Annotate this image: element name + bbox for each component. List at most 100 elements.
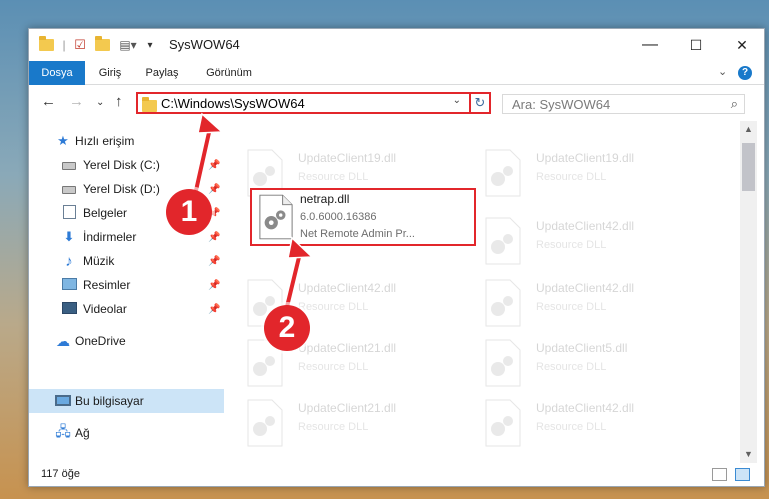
download-icon: ⬇ [63,229,75,244]
file-name: UpdateClient19.dll [298,151,397,165]
search-icon: ⌕ [730,96,738,111]
sidebar-item-label: Bu bilgisayar [75,394,144,408]
file-type: Resource DLL [536,421,607,433]
sidebar-item-this-pc[interactable]: Bu bilgisayar [29,389,224,413]
file-list: UpdateClient19.dll Resource DLL UpdateCl… [226,121,740,463]
address-dropdown-icon[interactable]: ⌄ [453,95,461,106]
sidebar-item-disk-c[interactable]: Yerel Disk (C:) 📌 [29,153,224,177]
customize-toolbar-icon[interactable]: ▤▾ [115,37,141,53]
sidebar-item-label: Ağ [75,426,90,440]
file-item[interactable]: UpdateClient42.dll Resource DLL [464,275,684,333]
quick-access-dropdown-icon[interactable]: ▾ [144,37,156,53]
tab-giris[interactable]: Giriş [89,61,131,85]
callout-step-2: 2 [264,305,310,351]
file-type: Resource DLL [298,171,369,183]
file-item[interactable]: UpdateClient5.dll Resource DLL [464,335,684,393]
pin-icon[interactable]: 📌 [208,280,220,291]
drive-icon [61,158,77,173]
status-bar: 117 öğe [29,463,764,486]
sidebar-item-label: Resimler [83,278,131,292]
file-item[interactable]: UpdateClient42.dll Resource DLL [464,395,684,453]
file-name: UpdateClient42.dll [536,219,635,233]
help-icon[interactable]: ? [738,66,752,80]
file-type: Resource DLL [298,421,369,433]
sidebar-item-network[interactable]: 🖧 Ağ [29,421,224,445]
file-item[interactable]: UpdateClient21.dll Resource DLL [226,335,446,393]
search-input[interactable]: Ara: SysWOW64 ⌕ [502,94,745,114]
ribbon-collapse-icon[interactable]: ⌄ [718,65,727,78]
new-folder-icon[interactable] [93,36,111,53]
cloud-icon: ☁ [56,332,70,349]
file-type: Resource DLL [536,361,607,373]
file-item[interactable]: UpdateClient42.dll Resource DLL [226,275,446,333]
up-button[interactable]: ↑ [115,93,123,110]
pin-icon[interactable]: 📌 [208,256,220,267]
pin-icon[interactable]: 📌 [208,160,220,171]
sidebar-item-pictures[interactable]: Resimler 📌 [29,273,224,297]
sidebar-item-label: Hızlı erişim [75,134,135,148]
title-bar: | ☑ ▤▾ ▾ SysWOW64 — ☐ ✕ [29,29,764,61]
address-bar[interactable]: C:\Windows\SysWOW64 ⌄ [136,92,491,114]
item-count: 117 öğe [41,468,80,480]
file-type: Resource DLL [298,361,369,373]
large-icons-view-icon[interactable] [735,468,750,481]
sidebar-item-label: İndirmeler [83,230,137,244]
music-icon: ♪ [65,252,73,270]
scroll-up-icon[interactable]: ▲ [740,121,757,138]
navigation-pane: ★ Hızlı erişim Yerel Disk (C:) 📌 Yerel D… [29,121,224,463]
file-name: UpdateClient5.dll [536,341,628,355]
file-item[interactable]: UpdateClient42.dll Resource DLL [464,213,684,271]
sidebar-item-label: Müzik [83,254,115,268]
separator: | [62,38,66,52]
file-type: Resource DLL [298,301,369,313]
file-name: UpdateClient21.dll [298,341,397,355]
details-view-icon[interactable] [712,468,727,481]
window-title: SysWOW64 [169,37,240,52]
pin-icon[interactable]: 📌 [208,304,220,315]
sidebar-item-onedrive[interactable]: ☁ OneDrive [29,329,224,353]
sidebar-item-label: Yerel Disk (C:) [83,158,160,172]
dll-file-icon [485,339,521,387]
sidebar-item-music[interactable]: ♪ Müzik 📌 [29,249,224,273]
file-type: Resource DLL [536,171,607,183]
pin-icon[interactable]: 📌 [208,232,220,243]
file-item[interactable]: UpdateClient21.dll Resource DLL [226,395,446,453]
file-explorer-window: | ☑ ▤▾ ▾ SysWOW64 — ☐ ✕ Dosya Giriş Payl… [28,28,765,487]
dll-file-icon [259,194,293,240]
dll-file-icon [247,399,283,447]
file-item-netrap-dll[interactable]: netrap.dll 6.0.6000.16386 Net Remote Adm… [250,188,476,246]
file-name: UpdateClient42.dll [536,401,635,415]
search-placeholder: Ara: SysWOW64 [512,97,611,112]
back-button[interactable]: ← [41,93,56,110]
scroll-down-icon[interactable]: ▼ [740,446,757,463]
recent-locations-button[interactable]: ⌄ [96,97,104,108]
sidebar-item-label: Belgeler [83,206,128,220]
sidebar-item-quick-access[interactable]: ★ Hızlı erişim [29,129,224,153]
scroll-thumb[interactable] [742,143,755,191]
sidebar-item-videos[interactable]: Videolar 📌 [29,297,224,321]
tab-gorunum[interactable]: Görünüm [194,61,264,85]
star-icon: ★ [57,133,69,148]
properties-icon[interactable]: ☑ [71,37,89,53]
dll-file-icon [485,279,521,327]
close-button[interactable]: ✕ [719,29,764,61]
forward-button[interactable]: → [69,93,84,110]
network-icon: 🖧 [55,423,71,439]
tab-paylas[interactable]: Paylaş [137,61,187,85]
pictures-icon [61,277,77,293]
vertical-scrollbar[interactable]: ▲ ▼ [740,121,757,463]
refresh-button[interactable]: ↻ [469,92,491,114]
file-description: Net Remote Admin Pr... [300,228,415,240]
address-row: ← → ⌄ ↑ C:\Windows\SysWOW64 ⌄ ↻ Ara: Sys… [29,85,764,121]
dll-file-icon [485,399,521,447]
file-type: Resource DLL [536,301,607,313]
address-path[interactable]: C:\Windows\SysWOW64 [161,96,305,111]
ribbon: Dosya Giriş Paylaş Görünüm ⌄ ? [29,61,764,119]
folder-icon[interactable] [37,36,55,53]
maximize-button[interactable]: ☐ [673,29,719,61]
file-item[interactable]: UpdateClient19.dll Resource DLL [464,145,684,203]
file-type: Resource DLL [536,239,607,251]
file-name: UpdateClient19.dll [536,151,635,165]
minimize-button[interactable]: — [627,29,673,61]
pin-icon[interactable]: 📌 [208,184,220,195]
